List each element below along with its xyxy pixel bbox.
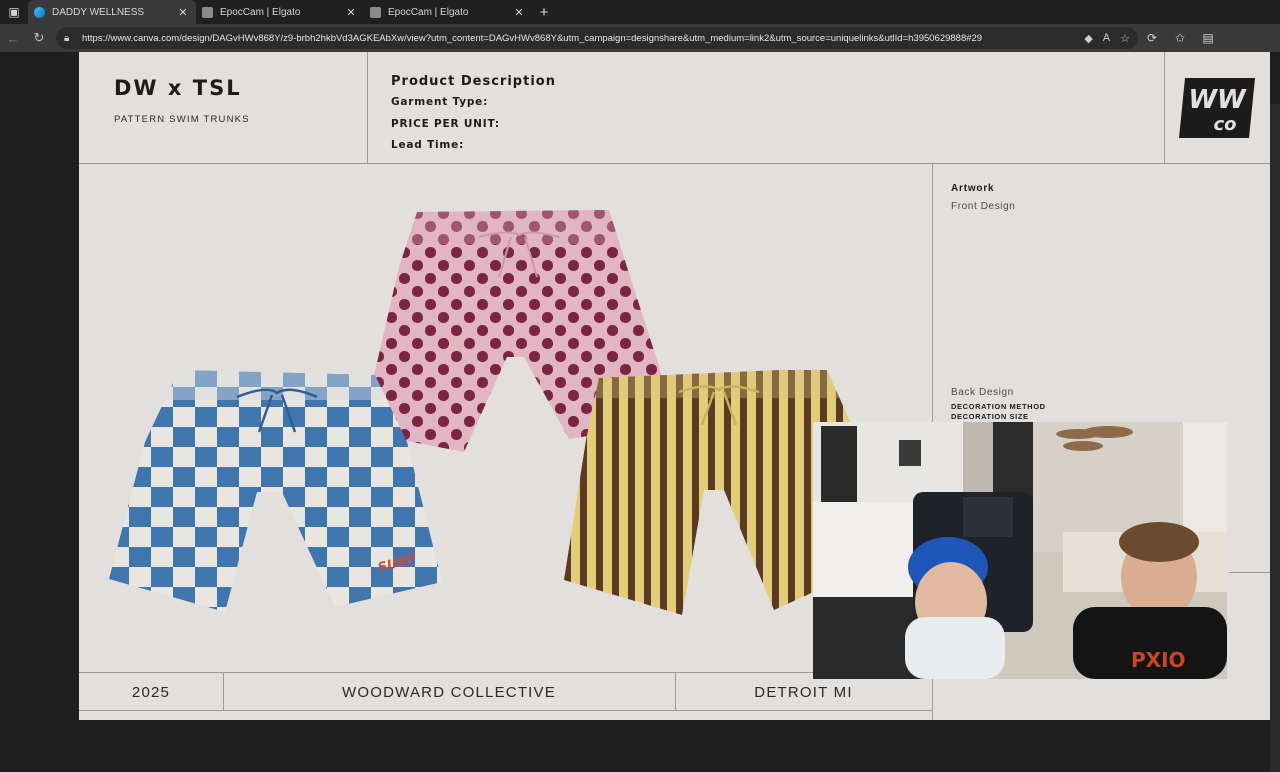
ww-co-logo: WW co bbox=[1179, 78, 1255, 138]
footer-year: 2025 bbox=[131, 683, 171, 701]
favorites-icon[interactable]: ✩ bbox=[1166, 31, 1194, 45]
refresh-icon[interactable]: ↻ bbox=[26, 24, 52, 52]
decoration-size-label: DECORATION SIZE bbox=[951, 412, 1029, 421]
tab-actions-icon[interactable]: ▣ bbox=[0, 0, 28, 24]
page-title: DW x TSL bbox=[114, 76, 242, 100]
garment-type-label: Garment Type: bbox=[391, 96, 489, 108]
svg-text:WW: WW bbox=[1188, 85, 1247, 115]
header-rule bbox=[79, 163, 1270, 164]
page-subtitle: PATTERN SWIM TRUNKS bbox=[114, 114, 250, 125]
front-design-label: Front Design bbox=[951, 201, 1016, 212]
page-scrollbar[interactable] bbox=[1270, 104, 1280, 772]
tab-label: DADDY WELLNESS bbox=[52, 6, 145, 18]
collections-icon[interactable]: ▤ bbox=[1194, 31, 1222, 45]
tab-epoccam-2[interactable]: EpocCam | Elgato ✕ bbox=[364, 0, 532, 24]
lock-icon[interactable]: 🔒︎ bbox=[64, 33, 78, 44]
back-icon[interactable]: ← bbox=[0, 24, 26, 52]
artwork-rule bbox=[1229, 572, 1270, 573]
tab-label: EpocCam | Elgato bbox=[388, 6, 469, 18]
close-icon[interactable]: ✕ bbox=[344, 6, 358, 19]
close-icon[interactable]: ✕ bbox=[176, 6, 190, 19]
edge-icon bbox=[34, 6, 45, 18]
decoration-method-label: DECORATION METHOD bbox=[951, 402, 1046, 411]
footer-location: DETROIT MI bbox=[754, 683, 853, 701]
elgato-icon bbox=[370, 6, 381, 18]
elgato-icon bbox=[202, 6, 213, 18]
description-heading: Product Description bbox=[391, 74, 556, 89]
tab-strip: ▣ DADDY WELLNESS ✕ EpocCam | Elgato ✕ Ep… bbox=[0, 0, 1280, 24]
svg-text:PXIO: PXIO bbox=[1131, 648, 1186, 672]
artwork-heading: Artwork bbox=[951, 183, 995, 194]
url-field[interactable]: 🔒︎ https://www.canva.com/design/DAGvHWv8… bbox=[56, 27, 1138, 49]
new-tab-button[interactable]: + bbox=[532, 4, 556, 21]
favorite-star-icon[interactable]: ☆ bbox=[1120, 32, 1130, 45]
tag-icon[interactable]: ◆ bbox=[1084, 32, 1092, 45]
address-bar: ← ↻ 🔒︎ https://www.canva.com/design/DAGv… bbox=[0, 24, 1280, 52]
tab-epoccam-1[interactable]: EpocCam | Elgato ✕ bbox=[196, 0, 364, 24]
footer-rule bbox=[79, 710, 932, 711]
close-icon[interactable]: ✕ bbox=[512, 6, 526, 19]
back-design-label: Back Design bbox=[951, 387, 1014, 398]
footer-rule bbox=[79, 672, 932, 673]
header-divider bbox=[1164, 52, 1165, 163]
tab-daddy-wellness[interactable]: DADDY WELLNESS ✕ bbox=[28, 0, 196, 24]
extensions-icon[interactable]: ⟳ bbox=[1138, 31, 1166, 45]
read-aloud-icon[interactable]: A bbox=[1103, 32, 1110, 44]
blue-check-trunks: SURF bbox=[109, 370, 442, 612]
svg-text:co: co bbox=[1213, 114, 1236, 135]
webcam-overlay: PXIO bbox=[813, 422, 1227, 679]
footer-collective: WOODWARD COLLECTIVE bbox=[342, 683, 556, 701]
url-text[interactable]: https://www.canva.com/design/DAGvHWv868Y… bbox=[82, 33, 1074, 44]
lead-time-label: Lead Time: bbox=[391, 139, 465, 151]
header-divider bbox=[367, 52, 368, 163]
tab-label: EpocCam | Elgato bbox=[220, 6, 301, 18]
price-label: PRICE PER UNIT: bbox=[391, 118, 500, 130]
